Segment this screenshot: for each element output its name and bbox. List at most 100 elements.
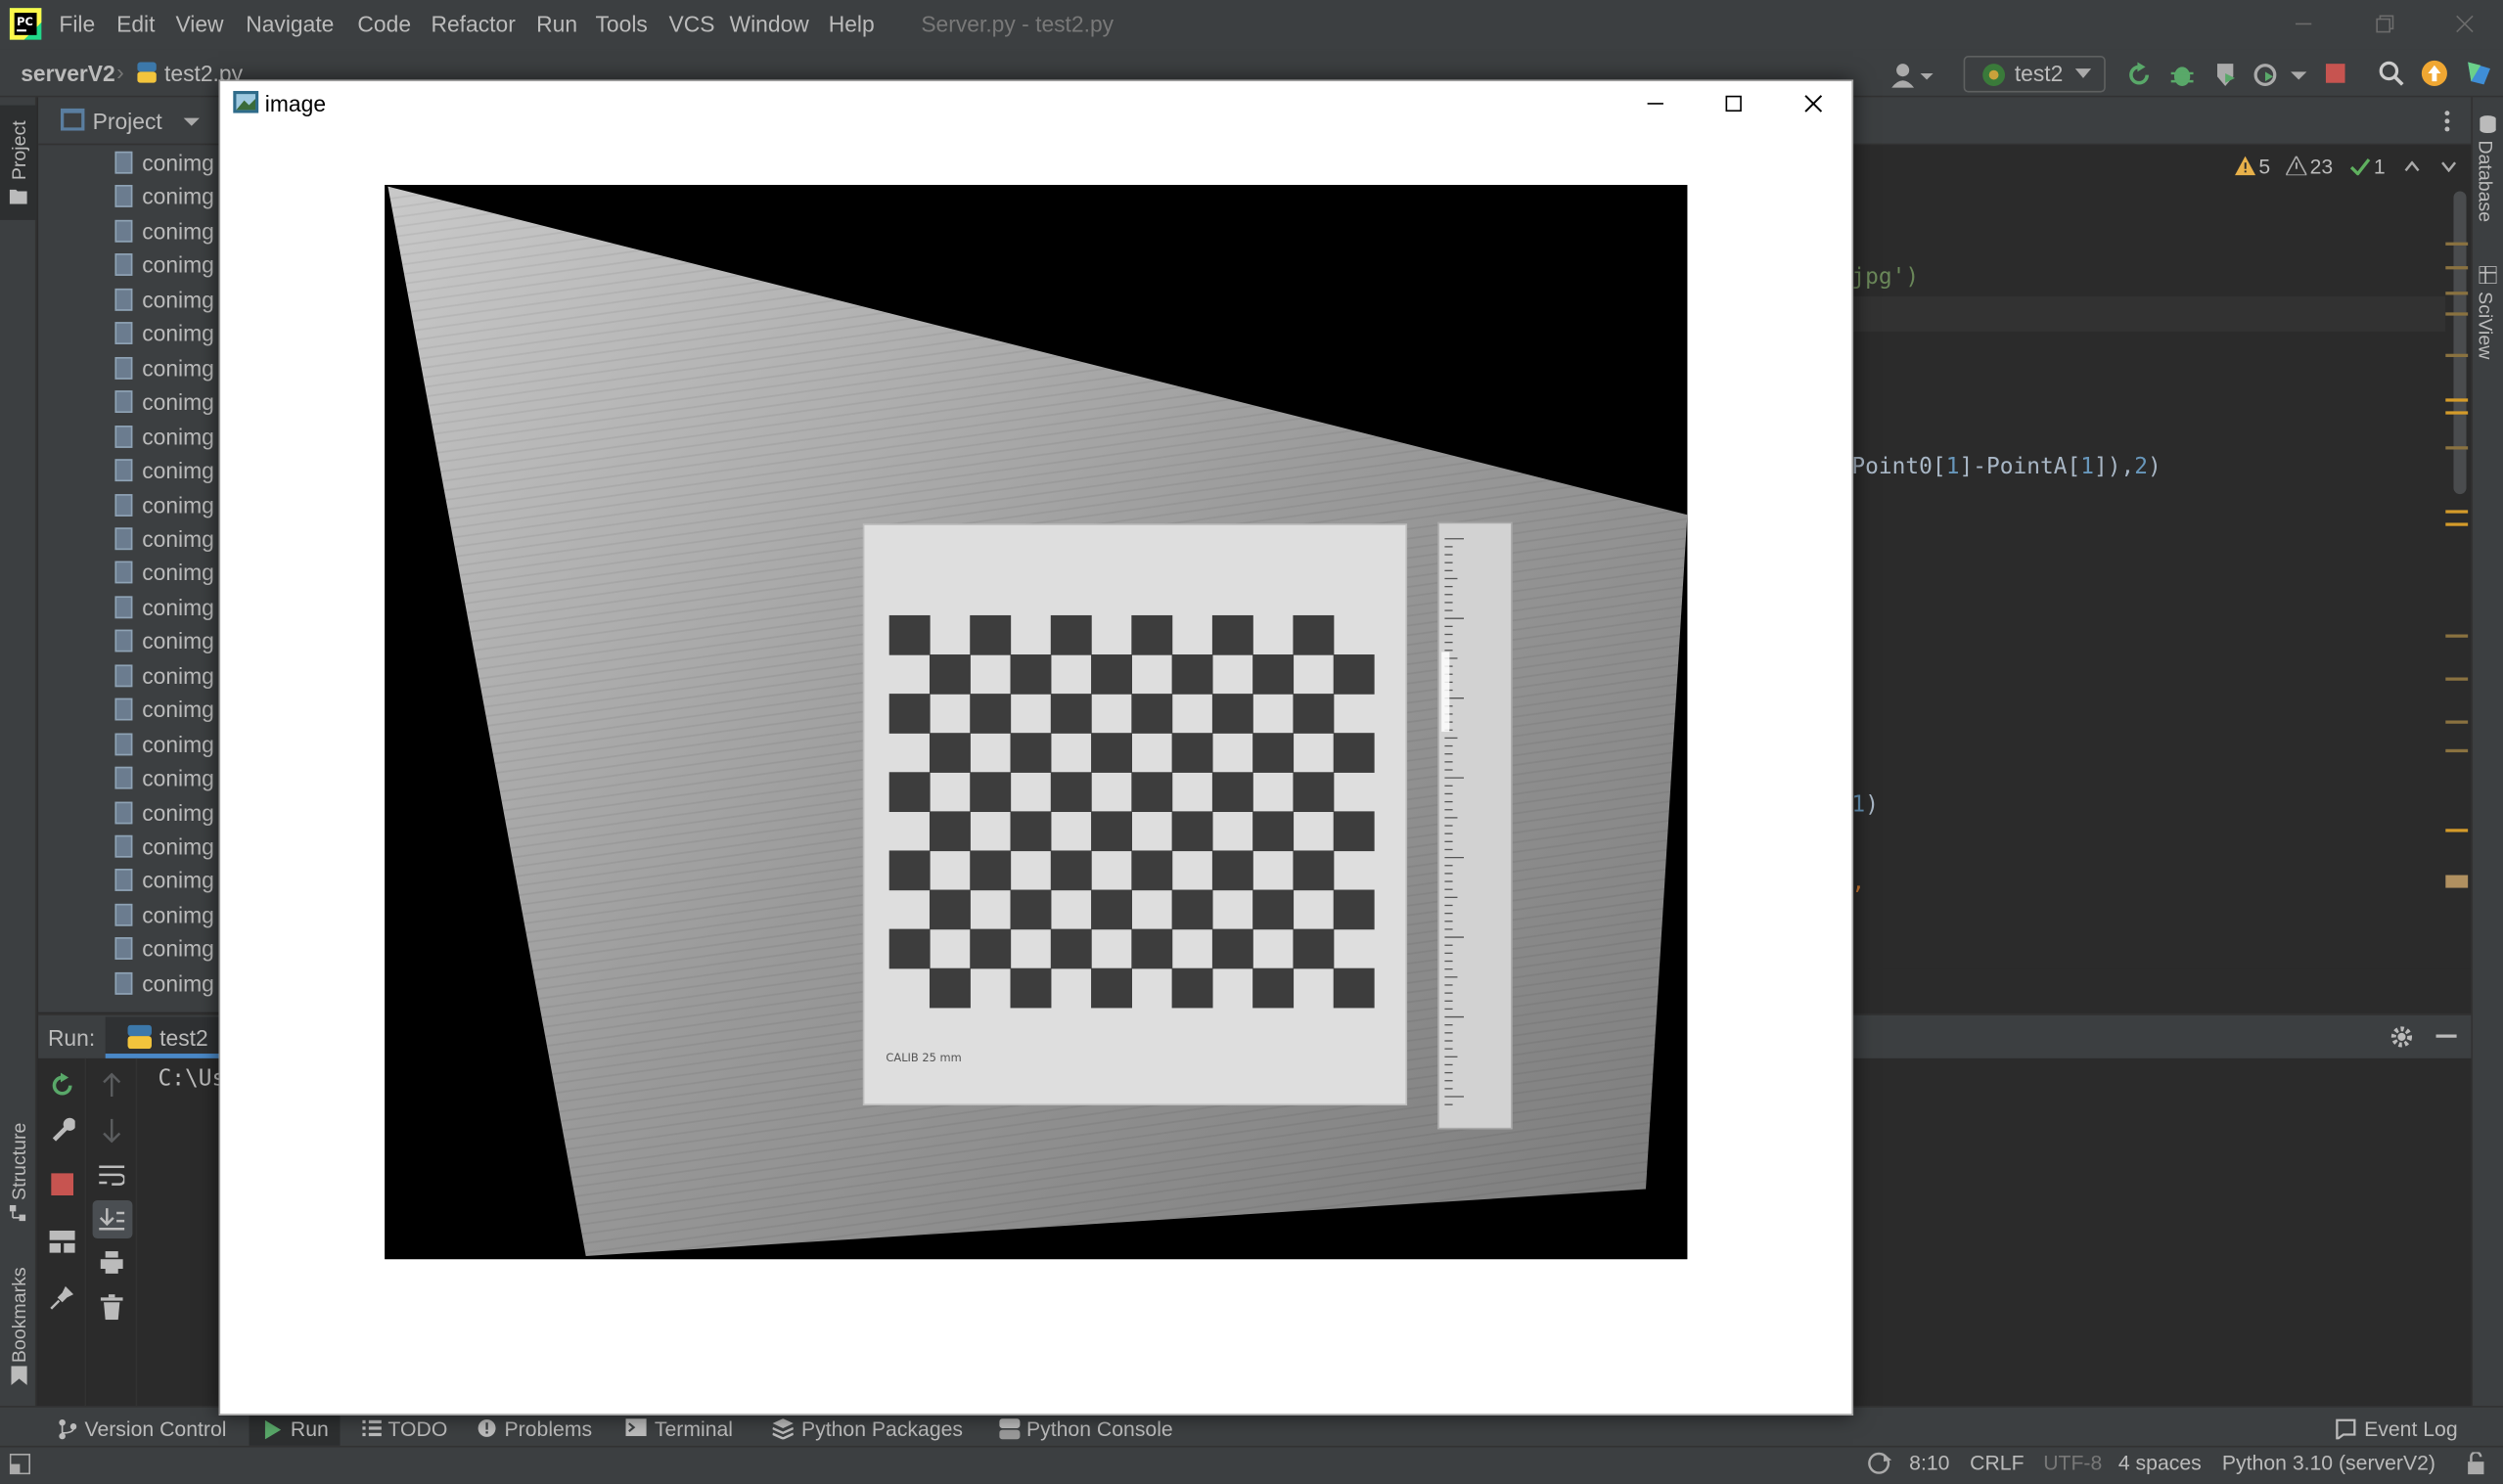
cursor-position[interactable]: 8:10 bbox=[1909, 1451, 1949, 1474]
error-stripe-marker[interactable] bbox=[2445, 720, 2469, 724]
close-window-button[interactable] bbox=[2444, 7, 2485, 42]
file-list-item[interactable]: conimg bbox=[112, 318, 223, 351]
error-stripe-marker[interactable] bbox=[2445, 634, 2469, 638]
structure-tool-label[interactable]: Structure bbox=[8, 1123, 30, 1200]
menu-window[interactable]: Window bbox=[730, 11, 809, 36]
weak-warning-count[interactable]: 23 bbox=[2310, 155, 2334, 178]
tab-run[interactable]: Run bbox=[291, 1417, 329, 1441]
file-list-item[interactable]: conimg bbox=[112, 967, 223, 1001]
menu-tools[interactable]: Tools bbox=[596, 11, 648, 36]
profile-icon[interactable] bbox=[2253, 61, 2310, 89]
menu-help[interactable]: Help bbox=[829, 11, 875, 36]
menu-navigate[interactable]: Navigate bbox=[246, 11, 334, 36]
menu-file[interactable]: File bbox=[59, 11, 95, 36]
error-stripe-marker[interactable] bbox=[2445, 510, 2469, 514]
next-highlight-icon[interactable] bbox=[2440, 161, 2457, 172]
jetbrains-ai-icon[interactable] bbox=[2465, 59, 2493, 87]
wrench-icon[interactable] bbox=[50, 1116, 75, 1142]
chevron-down-icon[interactable] bbox=[183, 116, 200, 127]
project-panel-title[interactable]: Project bbox=[93, 109, 162, 134]
stop-icon[interactable] bbox=[2323, 61, 2348, 86]
git-sync-icon[interactable] bbox=[1868, 1452, 1893, 1474]
menu-code[interactable]: Code bbox=[357, 11, 411, 36]
file-list-item[interactable]: conimg bbox=[112, 591, 223, 624]
file-list-item[interactable]: conimg bbox=[112, 522, 223, 556]
file-list-item[interactable]: conimg bbox=[112, 865, 223, 898]
error-stripe-marker[interactable] bbox=[2445, 875, 2469, 888]
file-list-item[interactable]: conimg bbox=[112, 557, 223, 590]
rerun-icon[interactable] bbox=[48, 1071, 76, 1100]
file-list-item[interactable]: conimg bbox=[112, 694, 223, 727]
more-options-icon[interactable] bbox=[2442, 109, 2452, 134]
error-stripe-marker[interactable] bbox=[2445, 522, 2469, 526]
file-list-item[interactable]: conimg bbox=[112, 249, 223, 283]
file-list-item[interactable]: conimg bbox=[112, 899, 223, 932]
error-stripe-marker[interactable] bbox=[2445, 312, 2469, 316]
error-stripe-marker[interactable] bbox=[2445, 266, 2469, 270]
file-list-item[interactable]: conimg bbox=[112, 659, 223, 693]
menu-run[interactable]: Run bbox=[536, 11, 577, 36]
previous-highlight-icon[interactable] bbox=[2404, 160, 2420, 172]
tab-python-packages[interactable]: Python Packages bbox=[801, 1417, 963, 1441]
close-icon[interactable] bbox=[1798, 89, 1830, 117]
file-list-item[interactable]: conimg bbox=[112, 420, 223, 453]
file-list-item[interactable]: conimg bbox=[112, 796, 223, 830]
error-stripe-marker[interactable] bbox=[2445, 446, 2469, 450]
ok-count[interactable]: 1 bbox=[2374, 155, 2386, 178]
file-list-item[interactable]: conimg bbox=[112, 386, 223, 420]
coverage-icon[interactable] bbox=[2210, 61, 2239, 89]
menu-view[interactable]: View bbox=[175, 11, 223, 36]
file-list-item[interactable]: conimg bbox=[112, 215, 223, 248]
settings-gear-icon[interactable] bbox=[2389, 1025, 2413, 1049]
error-stripe-marker[interactable] bbox=[2445, 748, 2469, 753]
update-icon[interactable] bbox=[2420, 59, 2448, 87]
database-tool-label[interactable]: Database bbox=[2475, 140, 2497, 222]
print-icon[interactable] bbox=[99, 1249, 124, 1275]
file-list-item[interactable]: conimg bbox=[112, 762, 223, 795]
file-list-item[interactable]: conimg bbox=[112, 933, 223, 967]
file-list-item[interactable]: conimg bbox=[112, 488, 223, 521]
error-stripe-marker[interactable] bbox=[2445, 353, 2469, 357]
layout-icon[interactable] bbox=[49, 1230, 75, 1253]
code-editor[interactable] bbox=[1851, 145, 2472, 969]
file-encoding[interactable]: UTF-8 bbox=[2043, 1451, 2102, 1474]
file-list-item[interactable]: conimg bbox=[112, 284, 223, 317]
tab-todo[interactable]: TODO bbox=[387, 1417, 447, 1441]
breadcrumb-project[interactable]: serverV2 bbox=[21, 61, 115, 86]
warning-count[interactable]: 5 bbox=[2258, 155, 2270, 178]
menu-edit[interactable]: Edit bbox=[116, 11, 155, 36]
bookmarks-tool-label[interactable]: Bookmarks bbox=[8, 1267, 30, 1363]
pin-icon[interactable] bbox=[50, 1284, 75, 1310]
file-list-item[interactable]: conimg bbox=[112, 728, 223, 761]
error-stripe-marker[interactable] bbox=[2445, 398, 2469, 402]
soft-wrap-icon[interactable] bbox=[99, 1163, 125, 1186]
trash-icon[interactable] bbox=[100, 1294, 123, 1321]
error-stripe-marker[interactable] bbox=[2445, 829, 2469, 832]
error-stripe-marker[interactable] bbox=[2445, 292, 2469, 295]
sciview-tool-label[interactable]: SciView bbox=[2475, 292, 2497, 359]
restore-window-button[interactable] bbox=[2364, 7, 2405, 42]
file-list-item[interactable]: conimg bbox=[112, 147, 223, 180]
scroll-down-icon[interactable] bbox=[101, 1117, 123, 1144]
file-list-item[interactable]: conimg bbox=[112, 181, 223, 214]
menu-refactor[interactable]: Refactor bbox=[431, 11, 515, 36]
scroll-up-icon[interactable] bbox=[101, 1072, 123, 1099]
line-separator[interactable]: CRLF bbox=[1970, 1451, 2024, 1474]
event-log-button[interactable]: Event Log bbox=[2364, 1417, 2458, 1441]
file-list-item[interactable]: conimg bbox=[112, 454, 223, 487]
toggle-tool-windows-icon[interactable] bbox=[9, 1454, 30, 1475]
error-stripe-marker[interactable] bbox=[2445, 677, 2469, 681]
search-icon[interactable] bbox=[2377, 59, 2405, 87]
lock-icon[interactable] bbox=[2467, 1452, 2486, 1475]
tab-python-console[interactable]: Python Console bbox=[1026, 1417, 1173, 1441]
maximize-icon[interactable] bbox=[1717, 89, 1750, 117]
minimize-icon[interactable] bbox=[1639, 89, 1671, 117]
tab-problems[interactable]: Problems bbox=[505, 1417, 593, 1441]
menu-vcs[interactable]: VCS bbox=[669, 11, 715, 36]
stop-icon[interactable] bbox=[51, 1173, 74, 1196]
hide-panel-icon[interactable] bbox=[2435, 1034, 2457, 1039]
debug-icon[interactable] bbox=[2167, 61, 2196, 89]
error-stripe-marker[interactable] bbox=[2445, 242, 2469, 246]
python-interpreter[interactable]: Python 3.10 (serverV2) bbox=[2222, 1451, 2435, 1474]
error-stripe-marker[interactable] bbox=[2445, 411, 2469, 415]
